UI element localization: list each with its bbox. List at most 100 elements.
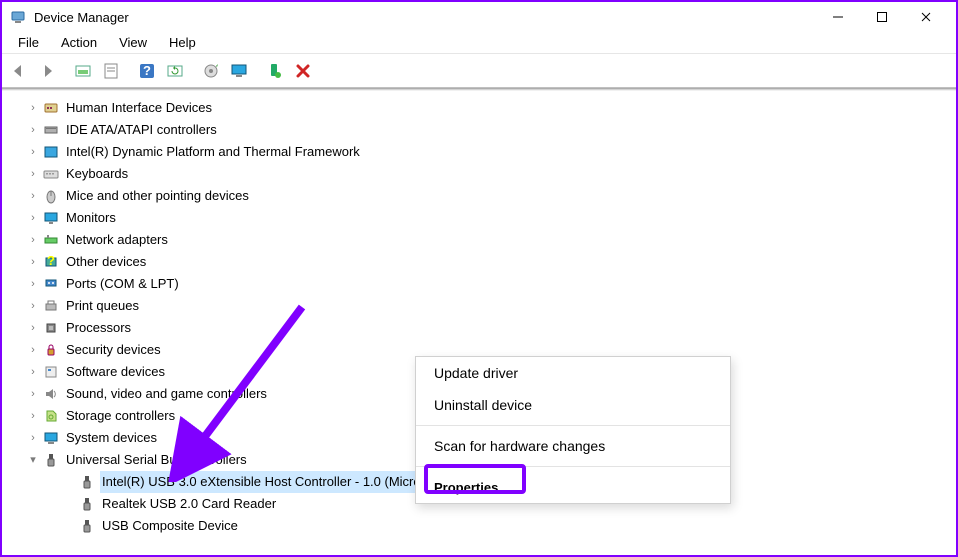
tree-item-label: Keyboards (64, 163, 130, 185)
sound-icon (42, 385, 60, 403)
thermal-icon (42, 143, 60, 161)
chevron-right-icon[interactable]: › (26, 383, 40, 405)
chevron-right-icon[interactable]: › (26, 427, 40, 449)
chevron-right-icon[interactable]: › (26, 405, 40, 427)
minimize-button[interactable] (816, 3, 860, 31)
ctx-update-driver[interactable]: Update driver (416, 357, 730, 389)
usb-icon (78, 517, 96, 535)
chevron-right-icon[interactable]: › (26, 119, 40, 141)
tree-item-label: Universal Serial Bus controllers (64, 449, 249, 471)
help-button[interactable]: ? (134, 58, 160, 84)
tree-item-label: Other devices (64, 251, 148, 273)
ctx-separator (416, 466, 730, 467)
port-icon (42, 275, 60, 293)
tree-item-label: Network adapters (64, 229, 170, 251)
chevron-down-icon[interactable]: ▾ (26, 449, 40, 471)
ctx-uninstall-device[interactable]: Uninstall device (416, 389, 730, 421)
tree-item-label: Storage controllers (64, 405, 177, 427)
chevron-right-icon[interactable]: › (26, 97, 40, 119)
tree-item-label: IDE ATA/ATAPI controllers (64, 119, 219, 141)
security-icon (42, 341, 60, 359)
show-hidden-button[interactable] (70, 58, 96, 84)
monitor-icon (42, 209, 60, 227)
properties-button[interactable] (98, 58, 124, 84)
tree-item[interactable]: › Human Interface Devices (26, 97, 956, 119)
forward-button[interactable] (34, 58, 60, 84)
svg-text:?: ? (143, 63, 151, 78)
tree-item-label: Sound, video and game controllers (64, 383, 269, 405)
back-button[interactable] (6, 58, 32, 84)
monitor-button[interactable] (226, 58, 252, 84)
keyboard-icon (42, 165, 60, 183)
usb-icon (78, 495, 96, 513)
maximize-button[interactable] (860, 3, 904, 31)
chevron-right-icon[interactable]: › (26, 361, 40, 383)
update-driver-button[interactable] (198, 58, 224, 84)
ctx-separator (416, 425, 730, 426)
menu-bar: File Action View Help (2, 32, 956, 54)
disable-button[interactable] (290, 58, 316, 84)
tree-child-label: Intel(R) USB 3.0 eXtensible Host Control… (100, 471, 448, 493)
tree-item-label: Print queues (64, 295, 141, 317)
chevron-right-icon[interactable]: › (26, 339, 40, 361)
context-menu: Update driver Uninstall device Scan for … (415, 356, 731, 504)
menu-action[interactable]: Action (51, 33, 107, 52)
ctx-properties-label: Properties (434, 480, 498, 495)
tree-item-label: System devices (64, 427, 159, 449)
usb-icon (78, 473, 96, 491)
tree-item-label: Processors (64, 317, 133, 339)
chevron-right-icon[interactable]: › (26, 141, 40, 163)
cpu-icon (42, 319, 60, 337)
tree-item[interactable]: ›? Other devices (26, 251, 956, 273)
tree-item[interactable]: › Ports (COM & LPT) (26, 273, 956, 295)
tree-item-label: Human Interface Devices (64, 97, 214, 119)
chevron-right-icon[interactable]: › (26, 273, 40, 295)
unknown-icon: ? (42, 253, 60, 271)
chevron-right-icon[interactable]: › (26, 251, 40, 273)
tree-item[interactable]: › Keyboards (26, 163, 956, 185)
tree-item-label: Monitors (64, 207, 118, 229)
menu-file[interactable]: File (8, 33, 49, 52)
menu-view[interactable]: View (109, 33, 157, 52)
mouse-icon (42, 187, 60, 205)
ctx-scan-hardware[interactable]: Scan for hardware changes (416, 430, 730, 462)
chevron-right-icon[interactable]: › (26, 317, 40, 339)
hid-icon (42, 99, 60, 117)
tree-item-label: Mice and other pointing devices (64, 185, 251, 207)
tree-item-label: Ports (COM & LPT) (64, 273, 181, 295)
network-icon (42, 231, 60, 249)
tree-item[interactable]: › Monitors (26, 207, 956, 229)
window-title: Device Manager (34, 10, 816, 25)
refresh-button[interactable] (162, 58, 188, 84)
tree-child-label: Realtek USB 2.0 Card Reader (100, 493, 278, 515)
title-bar: Device Manager (2, 2, 956, 32)
chevron-right-icon[interactable]: › (26, 163, 40, 185)
tree-item[interactable]: › Print queues (26, 295, 956, 317)
svg-text:?: ? (47, 254, 55, 268)
ide-icon (42, 121, 60, 139)
tree-child-label: USB Composite Device (100, 515, 240, 537)
chevron-right-icon[interactable]: › (26, 207, 40, 229)
menu-help[interactable]: Help (159, 33, 206, 52)
tree-item[interactable]: › Mice and other pointing devices (26, 185, 956, 207)
chevron-right-icon[interactable]: › (26, 185, 40, 207)
enable-button[interactable] (262, 58, 288, 84)
printer-icon (42, 297, 60, 315)
tree-item-label: Security devices (64, 339, 163, 361)
system-icon (42, 429, 60, 447)
tree-item-label: Intel(R) Dynamic Platform and Thermal Fr… (64, 141, 362, 163)
tree-item[interactable]: › Processors (26, 317, 956, 339)
usb-icon (42, 451, 60, 469)
tree-item[interactable]: › Intel(R) Dynamic Platform and Thermal F… (26, 141, 956, 163)
chevron-right-icon[interactable]: › (26, 229, 40, 251)
tree-item[interactable]: › IDE ATA/ATAPI controllers (26, 119, 956, 141)
tree-item[interactable]: › Network adapters (26, 229, 956, 251)
toolbar: ? (2, 54, 956, 88)
ctx-properties[interactable]: Properties (416, 471, 730, 503)
software-icon (42, 363, 60, 381)
chevron-right-icon[interactable]: › (26, 295, 40, 317)
tree-child-item[interactable]: USB Composite Device (26, 515, 956, 537)
close-button[interactable] (904, 3, 948, 31)
app-icon (10, 9, 26, 25)
storage-icon (42, 407, 60, 425)
